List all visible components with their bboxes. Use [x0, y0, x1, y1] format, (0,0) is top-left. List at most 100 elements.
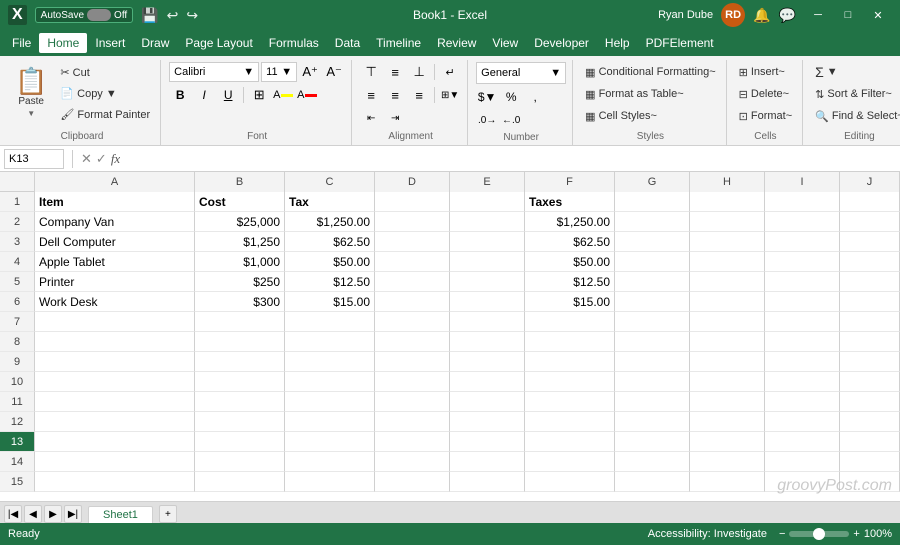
align-bottom-button[interactable]: ⊥	[408, 62, 430, 82]
row-number[interactable]: 13	[0, 432, 35, 452]
list-item[interactable]	[375, 372, 450, 392]
list-item[interactable]	[690, 232, 765, 252]
list-item[interactable]	[450, 352, 525, 372]
autosum-button[interactable]: Σ ▼	[811, 62, 900, 82]
col-header-j[interactable]: J	[840, 172, 900, 192]
list-item[interactable]	[375, 252, 450, 272]
list-item[interactable]	[840, 232, 900, 252]
list-item[interactable]	[765, 292, 840, 312]
close-button[interactable]: ✕	[864, 5, 892, 25]
cancel-formula-icon[interactable]: ✕	[81, 151, 92, 167]
list-item[interactable]	[35, 352, 195, 372]
format-painter-button[interactable]: 🖌 Format Painter	[56, 104, 154, 124]
list-item[interactable]	[765, 372, 840, 392]
row-number[interactable]: 10	[0, 372, 35, 392]
indent-decrease-button[interactable]: ⇤	[360, 108, 382, 128]
decrease-decimal-button[interactable]: ←.0	[500, 110, 522, 130]
list-item[interactable]	[450, 292, 525, 312]
merge-cells-button[interactable]: ⊞▼	[439, 85, 461, 105]
first-sheet-button[interactable]: |◀	[4, 505, 22, 523]
find-select-button[interactable]: 🔍 Find & Select~	[811, 106, 900, 126]
menu-help[interactable]: Help	[597, 33, 638, 53]
list-item[interactable]	[450, 392, 525, 412]
list-item[interactable]	[195, 392, 285, 412]
formula-input[interactable]	[124, 149, 896, 169]
underline-button[interactable]: U	[217, 85, 239, 105]
row-number[interactable]: 15	[0, 472, 35, 492]
list-item[interactable]	[615, 372, 690, 392]
col-header-e[interactable]: E	[450, 172, 525, 192]
list-item[interactable]	[690, 272, 765, 292]
list-item[interactable]	[285, 432, 375, 452]
list-item[interactable]	[35, 452, 195, 472]
list-item[interactable]	[450, 432, 525, 452]
list-item[interactable]	[765, 232, 840, 252]
maximize-button[interactable]: □	[834, 5, 862, 25]
paste-button[interactable]: 📋 Paste ▼	[10, 62, 52, 124]
row-number[interactable]: 1	[0, 192, 35, 212]
list-item[interactable]	[35, 372, 195, 392]
list-item[interactable]	[375, 272, 450, 292]
list-item[interactable]: Taxes	[525, 192, 615, 212]
list-item[interactable]	[615, 332, 690, 352]
zoom-out-button[interactable]: −	[779, 528, 785, 540]
list-item[interactable]	[690, 372, 765, 392]
list-item[interactable]: $50.00	[525, 252, 615, 272]
list-item[interactable]	[840, 292, 900, 312]
menu-data[interactable]: Data	[327, 33, 368, 53]
prev-sheet-button[interactable]: ◀	[24, 505, 42, 523]
list-item[interactable]	[615, 252, 690, 272]
list-item[interactable]: Tax	[285, 192, 375, 212]
row-number[interactable]: 11	[0, 392, 35, 412]
comments-icon[interactable]: 💬	[779, 7, 796, 24]
list-item[interactable]	[690, 212, 765, 232]
list-item[interactable]	[840, 192, 900, 212]
list-item[interactable]	[450, 212, 525, 232]
list-item[interactable]	[525, 472, 615, 492]
list-item[interactable]	[690, 432, 765, 452]
format-as-table-button[interactable]: ▦ Format as Table~	[581, 84, 720, 104]
wrap-text-button[interactable]: ↵	[439, 62, 461, 82]
align-middle-button[interactable]: ≡	[384, 62, 406, 82]
list-item[interactable]	[765, 312, 840, 332]
list-item[interactable]: $1,250.00	[525, 212, 615, 232]
list-item[interactable]	[525, 352, 615, 372]
insert-button[interactable]: ⊞ Insert~	[735, 62, 796, 82]
list-item[interactable]	[525, 332, 615, 352]
menu-view[interactable]: View	[484, 33, 526, 53]
conditional-formatting-button[interactable]: ▦ Conditional Formatting~	[581, 62, 720, 82]
list-item[interactable]	[375, 292, 450, 312]
list-item[interactable]	[840, 312, 900, 332]
list-item[interactable]	[285, 412, 375, 432]
row-number[interactable]: 4	[0, 252, 35, 272]
list-item[interactable]	[195, 412, 285, 432]
insert-function-icon[interactable]: fx	[111, 151, 120, 167]
align-center-button[interactable]: ≡	[384, 85, 406, 105]
list-item[interactable]: $15.00	[525, 292, 615, 312]
list-item[interactable]	[375, 432, 450, 452]
list-item[interactable]	[615, 412, 690, 432]
align-left-button[interactable]: ≡	[360, 85, 382, 105]
menu-home[interactable]: Home	[39, 33, 87, 53]
list-item[interactable]	[840, 272, 900, 292]
row-number[interactable]: 2	[0, 212, 35, 232]
list-item[interactable]	[195, 452, 285, 472]
menu-pdfelement[interactable]: PDFElement	[638, 33, 722, 53]
add-sheet-button[interactable]: +	[159, 505, 177, 523]
cell-reference-box[interactable]: K13	[4, 149, 64, 169]
list-item[interactable]	[615, 392, 690, 412]
list-item[interactable]	[615, 212, 690, 232]
list-item[interactable]	[525, 412, 615, 432]
row-number[interactable]: 8	[0, 332, 35, 352]
list-item[interactable]	[450, 472, 525, 492]
list-item[interactable]	[525, 312, 615, 332]
menu-developer[interactable]: Developer	[526, 33, 597, 53]
list-item[interactable]	[690, 452, 765, 472]
list-item[interactable]	[840, 212, 900, 232]
list-item[interactable]	[690, 312, 765, 332]
list-item[interactable]	[615, 192, 690, 212]
col-header-i[interactable]: I	[765, 172, 840, 192]
list-item[interactable]	[285, 472, 375, 492]
list-item[interactable]	[765, 332, 840, 352]
list-item[interactable]: Printer	[35, 272, 195, 292]
